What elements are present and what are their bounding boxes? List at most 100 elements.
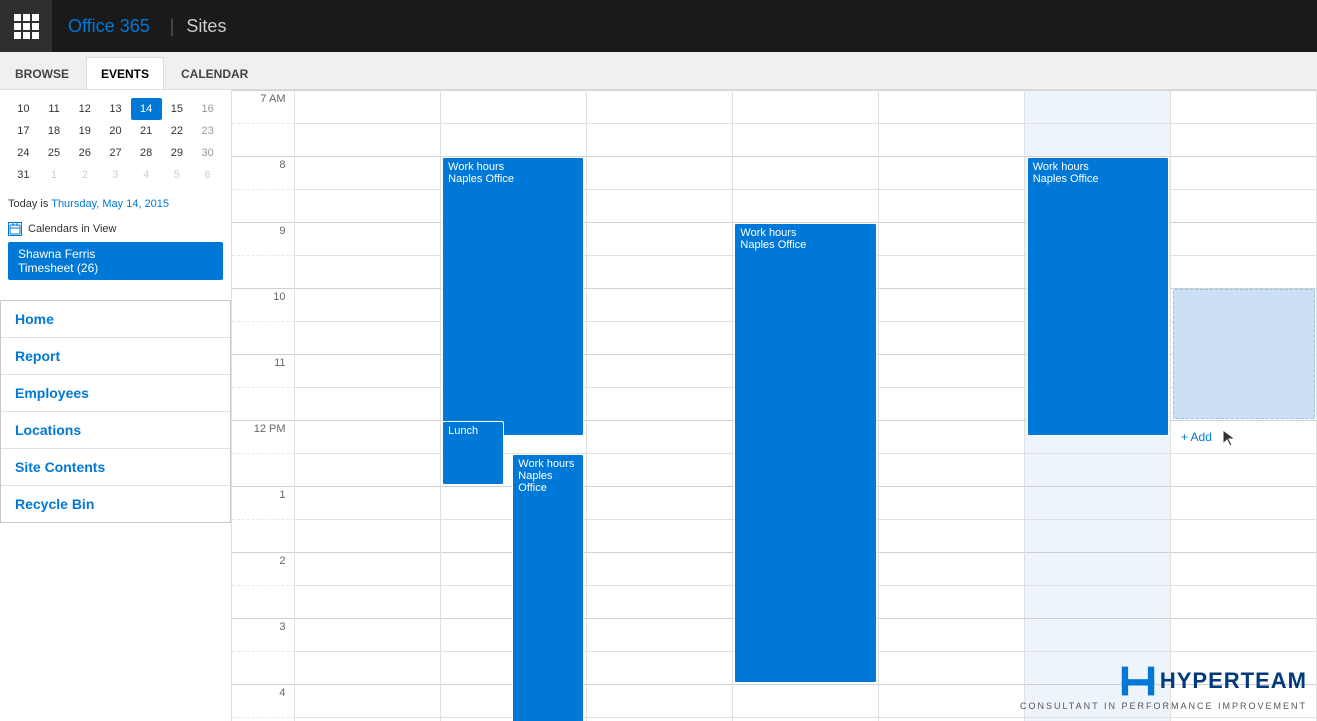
day-cell[interactable] [586, 685, 732, 718]
day-cell[interactable] [294, 256, 440, 289]
day-cell[interactable] [294, 586, 440, 619]
nav-home[interactable]: Home [1, 301, 230, 338]
cal-cell[interactable]: 4 [131, 164, 162, 186]
day-cell[interactable] [586, 256, 732, 289]
day-cell[interactable] [586, 487, 732, 520]
cal-cell[interactable]: 13 [100, 98, 131, 120]
calendar-event[interactable]: Lunch [442, 421, 504, 485]
day-cell[interactable] [586, 454, 732, 487]
day-cell[interactable] [1024, 487, 1170, 520]
day-cell[interactable] [1170, 520, 1316, 553]
day-cell[interactable] [586, 355, 732, 388]
day-cell[interactable] [1170, 124, 1316, 157]
nav-locations[interactable]: Locations [1, 412, 230, 449]
day-cell[interactable] [586, 718, 732, 721]
day-cell[interactable] [1024, 91, 1170, 124]
cal-cell-today[interactable]: 14 [131, 98, 162, 120]
day-cell[interactable] [586, 652, 732, 685]
cal-cell[interactable]: 28 [131, 142, 162, 164]
day-cell[interactable] [586, 520, 732, 553]
calendar-event[interactable]: Work hoursNaples Office [734, 223, 876, 683]
nav-recycle-bin[interactable]: Recycle Bin [1, 486, 230, 522]
day-cell[interactable] [1024, 619, 1170, 652]
day-cell[interactable] [1024, 520, 1170, 553]
day-cell[interactable] [1170, 454, 1316, 487]
day-cell[interactable] [878, 355, 1024, 388]
day-cell[interactable] [294, 685, 440, 718]
day-cell[interactable] [294, 718, 440, 721]
day-cell[interactable] [1170, 421, 1316, 454]
day-cell[interactable] [1170, 586, 1316, 619]
day-cell[interactable] [440, 124, 586, 157]
calendar-event[interactable]: Work hoursNaples Office [442, 157, 584, 436]
cal-cell[interactable]: 26 [69, 142, 100, 164]
day-cell[interactable] [878, 124, 1024, 157]
cal-cell[interactable]: 2 [69, 164, 100, 186]
cal-cell[interactable]: 17 [8, 120, 39, 142]
tab-calendar[interactable]: CALENDAR [166, 57, 263, 89]
cal-cell[interactable]: 30 [192, 142, 223, 164]
day-cell[interactable] [878, 421, 1024, 454]
day-cell[interactable] [294, 388, 440, 421]
day-cell[interactable] [878, 256, 1024, 289]
cal-cell[interactable]: 5 [162, 164, 193, 186]
day-cell[interactable] [878, 91, 1024, 124]
day-cell[interactable] [1024, 454, 1170, 487]
day-cell[interactable] [732, 91, 878, 124]
day-cell[interactable] [294, 520, 440, 553]
day-cell[interactable] [1170, 157, 1316, 190]
day-cell[interactable] [878, 454, 1024, 487]
day-cell[interactable] [1170, 487, 1316, 520]
day-cell[interactable] [1170, 91, 1316, 124]
cal-cell[interactable]: 12 [69, 98, 100, 120]
day-cell[interactable] [586, 322, 732, 355]
day-cell[interactable] [1170, 718, 1316, 721]
today-link[interactable]: Thursday, May 14, 2015 [51, 198, 169, 210]
cal-cell[interactable]: 11 [39, 98, 70, 120]
day-cell[interactable] [878, 190, 1024, 223]
cal-cell[interactable]: 1 [39, 164, 70, 186]
cal-cell[interactable]: 29 [162, 142, 193, 164]
day-cell[interactable] [878, 223, 1024, 256]
cal-cell[interactable]: 31 [8, 164, 39, 186]
cal-cell[interactable]: 21 [131, 120, 162, 142]
day-cell[interactable] [1024, 586, 1170, 619]
day-cell[interactable] [294, 91, 440, 124]
day-cell[interactable] [586, 157, 732, 190]
day-cell[interactable] [294, 487, 440, 520]
calendar-event[interactable]: Work hoursNaples Office [1027, 157, 1169, 436]
day-cell[interactable] [732, 718, 878, 721]
day-cell[interactable] [878, 487, 1024, 520]
day-cell[interactable] [586, 619, 732, 652]
day-cell[interactable] [294, 652, 440, 685]
day-cell[interactable] [1170, 190, 1316, 223]
day-cell[interactable] [878, 652, 1024, 685]
day-cell[interactable] [1170, 223, 1316, 256]
day-cell[interactable] [586, 289, 732, 322]
day-cell[interactable] [586, 421, 732, 454]
day-cell[interactable] [878, 685, 1024, 718]
day-cell[interactable] [878, 157, 1024, 190]
day-cell[interactable] [294, 289, 440, 322]
day-cell[interactable] [294, 355, 440, 388]
cal-cell[interactable]: 16 [192, 98, 223, 120]
day-cell[interactable] [732, 157, 878, 190]
day-cell[interactable] [294, 454, 440, 487]
cal-cell[interactable]: 23 [192, 120, 223, 142]
day-cell[interactable] [1170, 256, 1316, 289]
day-cell[interactable] [294, 421, 440, 454]
tab-events[interactable]: EVENTS [86, 57, 164, 89]
cal-cell[interactable]: 25 [39, 142, 70, 164]
cal-cell[interactable]: 6 [192, 164, 223, 186]
day-cell[interactable] [294, 619, 440, 652]
day-cell[interactable] [878, 586, 1024, 619]
day-cell[interactable] [1170, 553, 1316, 586]
day-cell[interactable] [732, 190, 878, 223]
day-cell[interactable] [1170, 619, 1316, 652]
nav-site-contents[interactable]: Site Contents [1, 449, 230, 486]
cal-cell[interactable]: 18 [39, 120, 70, 142]
day-cell[interactable] [586, 91, 732, 124]
day-cell[interactable] [440, 91, 586, 124]
day-cell[interactable] [294, 124, 440, 157]
day-cell[interactable] [732, 685, 878, 718]
